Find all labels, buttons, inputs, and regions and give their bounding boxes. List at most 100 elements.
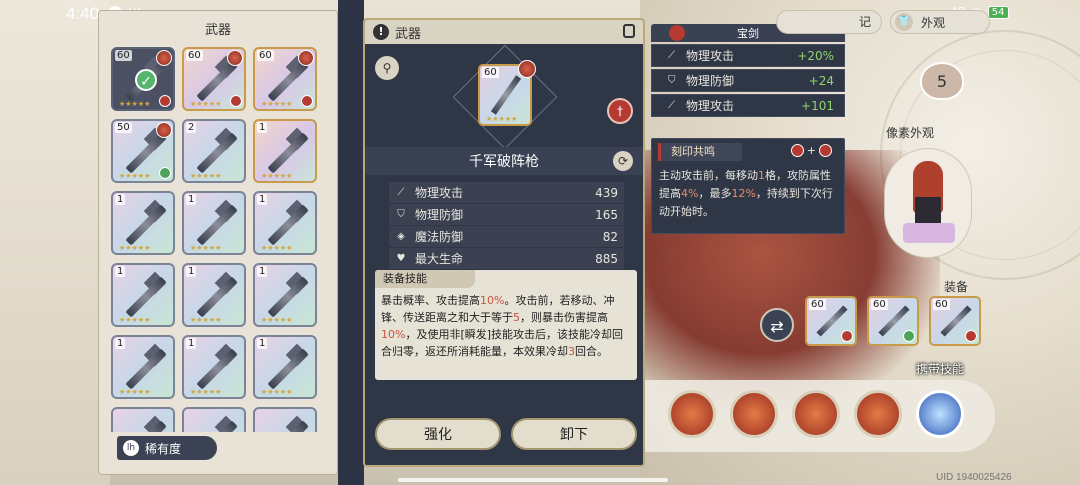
rarity-stars: ★★★★★ bbox=[119, 100, 151, 108]
weapon-card[interactable]: 60 ★★★★★ ✓ bbox=[111, 47, 175, 111]
pixel-portrait[interactable] bbox=[884, 148, 972, 258]
sword-badge-icon bbox=[230, 95, 242, 107]
treasure-stat-row: ⛉ 物理防御 +24 bbox=[651, 69, 845, 92]
nature-badge-icon bbox=[159, 167, 171, 179]
nature-badge-icon bbox=[903, 330, 915, 342]
shirt-icon: 👕 bbox=[895, 13, 913, 31]
rarity-sort-button[interactable]: lh 稀有度 bbox=[117, 436, 217, 460]
swap-icon[interactable]: ⇄ bbox=[760, 308, 794, 342]
rarity-stars: ★★★★★ bbox=[119, 172, 151, 180]
treasure-stat-row: ⟋ 物理攻击 +20% bbox=[651, 44, 845, 67]
unequip-button[interactable]: 卸下 bbox=[511, 418, 637, 450]
skill-sword-icon[interactable] bbox=[730, 390, 778, 438]
weapon-card[interactable]: ★★★★★ bbox=[111, 407, 175, 432]
skill-icons bbox=[668, 390, 964, 438]
skill-crystal-icon[interactable] bbox=[916, 390, 964, 438]
treasure-stat-value: +20% bbox=[797, 48, 834, 63]
equipped-item-card[interactable]: 60 bbox=[805, 296, 857, 346]
rarity-stars: ★★★★★ bbox=[190, 172, 222, 180]
pixel-body bbox=[915, 197, 941, 223]
check-icon: ✓ bbox=[135, 69, 157, 91]
weapon-card[interactable]: 2 ★★★★★ bbox=[182, 119, 246, 183]
weapon-detail-panel: ! 武器 ⚲ 60 ★★★★★ † 千军破阵枪 ⟳ ⟋ 物理攻击 439 ⛉ 物理… bbox=[363, 18, 645, 467]
tab-appearance[interactable]: 👕 外观 bbox=[890, 10, 990, 34]
weapon-card[interactable]: 1 ★★★★★ bbox=[111, 335, 175, 399]
equip-level: 60 bbox=[933, 299, 950, 310]
weapon-level: 1 bbox=[257, 122, 268, 133]
weapon-name-bar: 千军破阵枪 ⟳ bbox=[365, 147, 643, 175]
enhance-button[interactable]: 强化 bbox=[375, 418, 501, 450]
resonance-title: 刻印共鸣 bbox=[658, 143, 742, 161]
battery-icon: 54 bbox=[987, 5, 1009, 19]
rarity-stars: ★★★★★ bbox=[261, 244, 293, 252]
refresh-icon[interactable]: ⟳ bbox=[613, 151, 633, 171]
equipped-item-card[interactable]: 60 bbox=[867, 296, 919, 346]
affection-badge[interactable]: 5 bbox=[920, 62, 972, 106]
skill-text-part: 回合。 bbox=[575, 345, 608, 358]
selected-weapon-card: 60 ★★★★★ bbox=[452, 44, 558, 150]
carried-skills-label: 携带技能 bbox=[916, 362, 965, 376]
weapon-card[interactable]: 1 ★★★★★ bbox=[253, 119, 317, 183]
tab-records[interactable]: 记 bbox=[776, 10, 882, 34]
sword-badge-icon bbox=[159, 95, 171, 107]
weapon-level: 60 bbox=[257, 50, 274, 61]
equipped-items: 60 60 60 bbox=[805, 296, 981, 346]
weapon-card[interactable]: 1 ★★★★★ bbox=[111, 191, 175, 255]
shield-icon: ⛉ bbox=[397, 208, 405, 220]
stat-label: 物理防御 bbox=[415, 208, 464, 222]
weapon-card[interactable]: ★★★★★ bbox=[253, 407, 317, 432]
skill-fire-icon[interactable] bbox=[668, 390, 716, 438]
weapon-card[interactable]: 1 ★★★★★ bbox=[253, 191, 317, 255]
weapon-card[interactable]: 1 ★★★★★ bbox=[111, 263, 175, 327]
equipped-item-card[interactable]: 60 bbox=[929, 296, 981, 346]
treasure-title: 宝剑 bbox=[737, 27, 759, 40]
weapon-card[interactable]: 60 ★★★★★ bbox=[253, 47, 317, 111]
weapon-level: 1 bbox=[115, 338, 126, 349]
sword-type-icon[interactable]: † bbox=[607, 98, 633, 124]
weapon-level: 1 bbox=[257, 338, 268, 349]
resonance-description: 主动攻击前，每移动1格，攻防属性提高4%，最多12%，持续到下次行动开始时。 bbox=[659, 167, 841, 221]
rarity-stars: ★★★★★ bbox=[190, 316, 222, 324]
weapon-card[interactable]: 1 ★★★★★ bbox=[182, 191, 246, 255]
resonance-highlight-value: 1 bbox=[758, 169, 765, 182]
shield-rune-icon bbox=[819, 144, 832, 157]
weapon-card[interactable]: 50 ★★★★★ bbox=[111, 119, 175, 183]
resonance-text-part: ，最多 bbox=[698, 187, 732, 200]
stat-row: ♥ 最大生命 885 bbox=[389, 248, 624, 269]
weapon-card[interactable]: 1 ★★★★★ bbox=[182, 263, 246, 327]
treasure-stats-panel: 宝剑 ⟋ 物理攻击 +20% ⛉ 物理防御 +24 ⟋ 物理攻击 +101 bbox=[651, 24, 845, 120]
stat-row: ◈ 魔法防御 82 bbox=[389, 226, 624, 247]
stat-value: 885 bbox=[595, 251, 618, 266]
weapon-card[interactable]: 60 ★★★★★ bbox=[182, 47, 246, 111]
skill-blade-icon[interactable] bbox=[854, 390, 902, 438]
skill-warrior-icon[interactable] bbox=[792, 390, 840, 438]
exclamation-icon: ! bbox=[373, 24, 389, 40]
treasure-stat-label: 物理防御 bbox=[686, 74, 735, 88]
weapon-card[interactable]: 1 ★★★★★ bbox=[253, 335, 317, 399]
magic-shield-icon: ◈ bbox=[397, 230, 405, 242]
owner-avatar bbox=[156, 50, 172, 66]
lock-icon[interactable] bbox=[623, 24, 635, 38]
rarity-stars: ★★★★★ bbox=[119, 316, 151, 324]
spear-icon bbox=[490, 75, 522, 115]
weapon-level: 1 bbox=[186, 266, 197, 277]
weapon-card[interactable]: ★★★★★ bbox=[182, 407, 246, 432]
tab-appearance-label: 外观 bbox=[921, 15, 946, 30]
affection-level: 5 bbox=[936, 71, 948, 91]
weapon-card[interactable]: 1 ★★★★★ bbox=[253, 263, 317, 327]
weapon-level: 50 bbox=[115, 122, 132, 133]
heart-icon: 5 bbox=[920, 62, 964, 100]
weapon-level: 1 bbox=[257, 266, 268, 277]
weapon-level: 2 bbox=[186, 122, 197, 133]
treasure-stat-value: +24 bbox=[808, 73, 834, 88]
rarity-stars: ★★★★★ bbox=[261, 316, 293, 324]
status-time: 4:40 bbox=[66, 4, 100, 23]
skill-highlight-value: 3 bbox=[568, 345, 575, 358]
rarity-stars: ★★★★★ bbox=[261, 100, 293, 108]
skill-highlight-value: 10% bbox=[381, 328, 406, 341]
weapon-card: 60 ★★★★★ bbox=[478, 60, 536, 126]
weapon-card[interactable]: 1 ★★★★★ bbox=[182, 335, 246, 399]
weapon-level: 1 bbox=[186, 194, 197, 205]
skill-description: 暴击概率、攻击提高10%。攻击前，若移动、冲锋、传送距离之和大于等于5，则暴击伤… bbox=[381, 292, 633, 360]
user-search-icon[interactable]: ⚲ bbox=[375, 56, 399, 80]
